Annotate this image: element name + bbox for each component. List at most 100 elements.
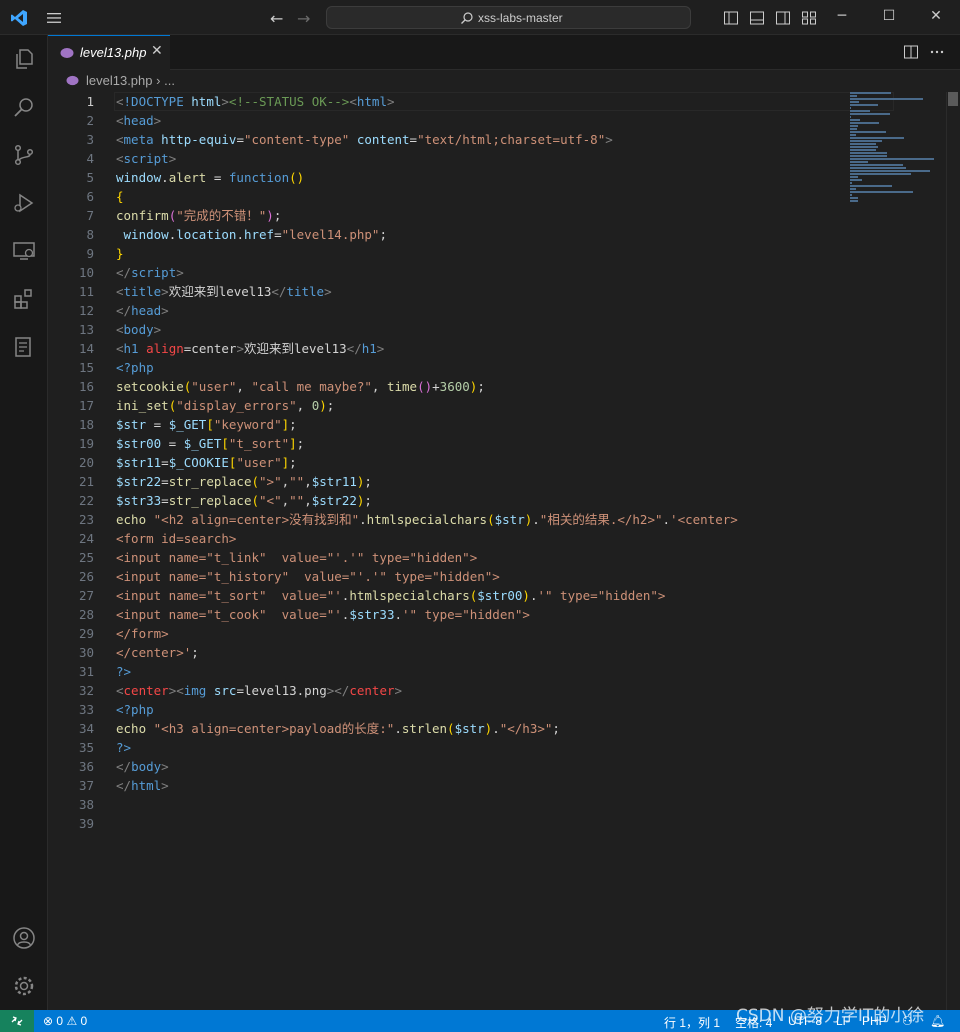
code-token: "display_errors" <box>176 398 297 413</box>
code-line[interactable]: <input name="t_link" value="'.'" type="h… <box>116 548 876 567</box>
code-token: > <box>324 284 332 299</box>
breadcrumb-file[interactable]: level13.php › ... <box>86 73 175 88</box>
code-line[interactable]: $str11=$_COOKIE["user"]; <box>116 453 876 472</box>
code-line[interactable]: confirm("完成的不错！"); <box>116 206 876 225</box>
code-editor[interactable]: 1 2 3 4 5 6 7 8 9 10 11 12 13 14 15 16 17 18 19 20 21 22 23 24 2… <box>48 92 948 1010</box>
code-line[interactable]: <script> <box>116 149 876 168</box>
code-line[interactable]: </form> <box>116 624 876 643</box>
code-token: , <box>304 493 312 508</box>
csdn-watermark: CSDN @努力学IT的小徐 <box>736 1006 925 1026</box>
code-line[interactable]: <!DOCTYPE html><!--STATUS OK--><html> <box>116 92 876 111</box>
code-token: </ <box>334 683 350 698</box>
manage-gear-icon[interactable] <box>12 974 36 998</box>
line-number: 11 <box>78 284 94 299</box>
accounts-icon[interactable] <box>12 926 36 950</box>
code-token: . <box>161 170 169 185</box>
minimap-line <box>850 158 934 160</box>
code-line[interactable]: $str22=str_replace(">","",$str11); <box>116 472 876 491</box>
code-line[interactable]: </head> <box>116 301 876 320</box>
code-line[interactable]: echo "<h3 align=center>payload的长度:".strl… <box>116 719 876 738</box>
line-number: 1 <box>86 94 94 109</box>
notifications-bell-icon[interactable]: 🔔︎ <box>930 1014 945 1028</box>
minimap[interactable] <box>850 92 945 202</box>
remote-indicator[interactable] <box>0 1010 34 1032</box>
scrollbar-thumb[interactable] <box>948 92 958 106</box>
line-number: 15 <box>78 360 94 375</box>
code-line[interactable]: echo "<h2 align=center>没有找到和".htmlspecia… <box>116 510 876 529</box>
toggle-primary-sidebar-icon[interactable] <box>723 10 739 26</box>
command-center-search[interactable]: xss-labs-master <box>326 6 691 29</box>
testing-icon[interactable] <box>12 335 36 359</box>
code-line[interactable]: <meta http-equiv="content-type" content=… <box>116 130 876 149</box>
code-line[interactable]: </body> <box>116 757 876 776</box>
search-view-icon[interactable] <box>12 95 36 119</box>
code-token: > <box>376 341 385 356</box>
cursor-position[interactable]: 行 1，列 1 <box>664 1014 720 1031</box>
code-line[interactable] <box>116 795 876 814</box>
code-line[interactable]: $str33=str_replace("<","",$str22); <box>116 491 876 510</box>
code-line[interactable]: ?> <box>116 662 876 681</box>
code-line[interactable]: <input name="t_sort" value="'.htmlspecia… <box>116 586 876 605</box>
explorer-icon[interactable] <box>12 47 36 71</box>
code-line[interactable]: ?> <box>116 738 876 757</box>
code-token: <form id=search> <box>116 531 237 546</box>
customize-layout-icon[interactable] <box>801 10 817 26</box>
code-line[interactable]: setcookie("user", "call me maybe?", time… <box>116 377 876 396</box>
code-line[interactable]: window.location.href="level14.php"; <box>116 225 876 244</box>
code-token: ( <box>251 474 260 489</box>
back-arrow-icon[interactable]: ← <box>270 9 283 28</box>
code-lines[interactable]: <!DOCTYPE html><!--STATUS OK--><html> <he… <box>116 92 876 833</box>
more-actions-icon[interactable] <box>929 44 945 60</box>
code-line[interactable]: { <box>116 187 876 206</box>
code-line[interactable]: <input name="t_cook" value="'.$str33.'" … <box>116 605 876 624</box>
tab-level13-php[interactable]: level13.php ✕ <box>48 35 170 70</box>
code-token: </ <box>116 303 132 318</box>
run-debug-icon[interactable] <box>12 191 36 215</box>
code-line[interactable]: <?php <box>116 358 876 377</box>
code-line[interactable]: <form id=search> <box>116 529 876 548</box>
code-line[interactable]: <title>欢迎来到level13</title> <box>116 282 876 301</box>
toggle-panel-icon[interactable] <box>749 10 765 26</box>
code-line[interactable]: <head> <box>116 111 876 130</box>
code-line[interactable]: ini_set("display_errors", 0); <box>116 396 876 415</box>
php-file-icon <box>60 48 74 58</box>
code-token: echo <box>116 512 147 527</box>
menu-icon[interactable] <box>46 10 62 26</box>
code-line[interactable]: <?php <box>116 700 876 719</box>
vertical-scrollbar[interactable] <box>946 92 960 1010</box>
close-window-icon[interactable]: ✕ <box>926 8 946 24</box>
minimize-icon[interactable]: ─ <box>832 8 852 24</box>
code-token: <?php <box>116 702 154 717</box>
code-line[interactable]: window.alert = function() <box>116 168 876 187</box>
code-line[interactable] <box>116 814 876 833</box>
code-token: location <box>176 227 237 242</box>
code-token: html <box>191 94 222 109</box>
source-control-icon[interactable] <box>12 143 36 167</box>
code-line[interactable]: </script> <box>116 263 876 282</box>
forward-arrow-icon[interactable]: → <box>297 9 310 28</box>
code-token: "t_sort" <box>228 436 290 451</box>
minimap-line <box>850 179 863 181</box>
code-line[interactable]: <body> <box>116 320 876 339</box>
code-line[interactable]: <center><img src=level13.png></center> <box>116 681 876 700</box>
close-tab-icon[interactable]: ✕ <box>151 43 163 59</box>
remote-explorer-icon[interactable] <box>12 239 36 263</box>
code-token: = <box>161 436 184 451</box>
code-line[interactable]: </center>'; <box>116 643 876 662</box>
problems-indicator[interactable]: ⊗ 0 ⚠ 0 <box>43 1014 87 1028</box>
minimap-line <box>850 188 856 190</box>
maximize-icon[interactable]: ☐ <box>879 8 899 24</box>
code-line[interactable]: <h1 align=center>欢迎来到level13</h1> <box>116 339 876 358</box>
code-line[interactable]: </html> <box>116 776 876 795</box>
split-editor-icon[interactable] <box>903 44 919 60</box>
line-number: 37 <box>78 778 94 793</box>
code-line[interactable]: } <box>116 244 876 263</box>
code-line[interactable]: $str = $_GET["keyword"]; <box>116 415 876 434</box>
line-number: 5 <box>86 170 94 185</box>
code-line[interactable]: $str00 = $_GET["t_sort"]; <box>116 434 876 453</box>
code-line[interactable]: <input name="t_history" value="'.'" type… <box>116 567 876 586</box>
code-token: > <box>153 322 162 337</box>
extensions-icon[interactable] <box>12 287 36 311</box>
toggle-secondary-sidebar-icon[interactable] <box>775 10 791 26</box>
